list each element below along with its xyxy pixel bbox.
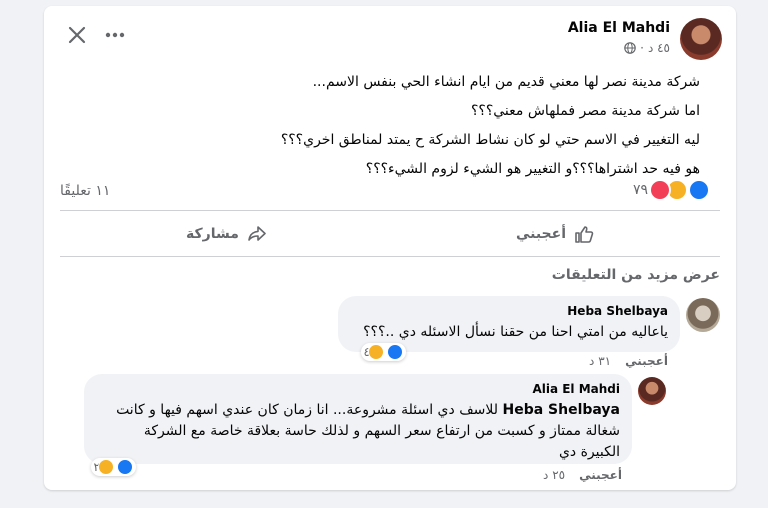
divider	[60, 256, 720, 257]
comment-author[interactable]: Heba Shelbaya	[567, 304, 668, 318]
share-button[interactable]: مشاركة	[186, 216, 267, 252]
reply-reactions[interactable]: ٢	[90, 458, 136, 476]
share-label: مشاركة	[186, 226, 239, 242]
post-line: هو فيه حد اشتراها؟؟؟و التغيير هو الشيء ل…	[365, 161, 700, 177]
reply-line: للاسف دي اسئلة مشروعة... انا زمان كان عن…	[116, 402, 503, 418]
like-reaction-icon	[387, 344, 403, 360]
reply-actions: أعجبني ٢٥ د	[543, 468, 622, 482]
globe-icon	[624, 42, 636, 54]
reply-like-link[interactable]: أعجبني	[579, 468, 622, 482]
post-meta: ٤٥ د ·	[624, 41, 670, 55]
like-reaction-icon	[117, 459, 133, 475]
reply-line: الكبيرة دي	[558, 444, 620, 460]
reply-line: شغالة ممتاز و كسبت من ارتفاع سعر السهم و…	[143, 423, 620, 439]
reactions-summary[interactable]: ٧٩	[633, 179, 710, 201]
more-options-button[interactable]	[102, 24, 128, 46]
comments-count[interactable]: ١١ تعليقًا	[60, 183, 110, 199]
more-icon	[105, 32, 125, 38]
reaction-icons	[649, 179, 710, 201]
like-label: أعجبني	[515, 226, 566, 242]
view-more-comments-link[interactable]: عرض مزيد من التعليقات	[552, 267, 720, 283]
comment-reactions[interactable]: ٤	[360, 343, 406, 361]
comment-time[interactable]: ٣١ د	[589, 354, 611, 368]
close-button[interactable]	[66, 24, 88, 46]
comment-like-link[interactable]: أعجبني	[625, 354, 668, 368]
comment-actions: أعجبني ٣١ د	[589, 354, 668, 368]
reply-author-avatar[interactable]	[638, 377, 666, 405]
divider	[60, 210, 720, 211]
sad-reaction-icon	[98, 459, 114, 475]
like-reaction-icon	[688, 179, 710, 201]
post-text: شركة مدينة نصر لها معني قديم من ايام انش…	[80, 68, 700, 184]
post-card: Alia El Mahdi ٤٥ د · شركة مدينة نصر لها …	[44, 6, 736, 490]
sad-reaction-icon	[368, 344, 384, 360]
love-reaction-icon	[649, 179, 671, 201]
mention-tag[interactable]: Heba Shelbaya	[502, 402, 620, 418]
commenter-avatar[interactable]	[686, 298, 720, 332]
close-icon	[68, 26, 86, 44]
post-line: شركة مدينة نصر لها معني قديم من ايام انش…	[312, 74, 700, 90]
reply-time[interactable]: ٢٥ د	[543, 468, 565, 482]
share-icon	[248, 226, 266, 241]
like-button[interactable]: أعجبني	[516, 216, 594, 252]
reply-bubble: Alia El Mahdi Heba Shelbaya للاسف دي اسئ…	[84, 374, 632, 464]
author-name[interactable]: Alia El Mahdi	[568, 20, 670, 36]
author-avatar[interactable]	[680, 18, 722, 60]
post-line: اما شركة مدينة مصر فملهاش معني؟؟؟	[470, 103, 700, 119]
reaction-count: ٧٩	[632, 182, 648, 198]
reply-text: Heba Shelbaya للاسف دي اسئلة مشروعة... ا…	[116, 400, 620, 463]
post-time[interactable]: ٤٥ د	[648, 41, 670, 55]
comment-text: ياعاليه من امتي احنا من حقنا نسأل الاسئل…	[363, 324, 668, 340]
thumbs-up-icon	[575, 226, 594, 243]
reply-author[interactable]: Alia El Mahdi	[532, 382, 620, 396]
meta-dot: ·	[640, 41, 644, 55]
post-line: ليه التغيير في الاسم حتي لو كان نشاط الش…	[280, 132, 700, 148]
